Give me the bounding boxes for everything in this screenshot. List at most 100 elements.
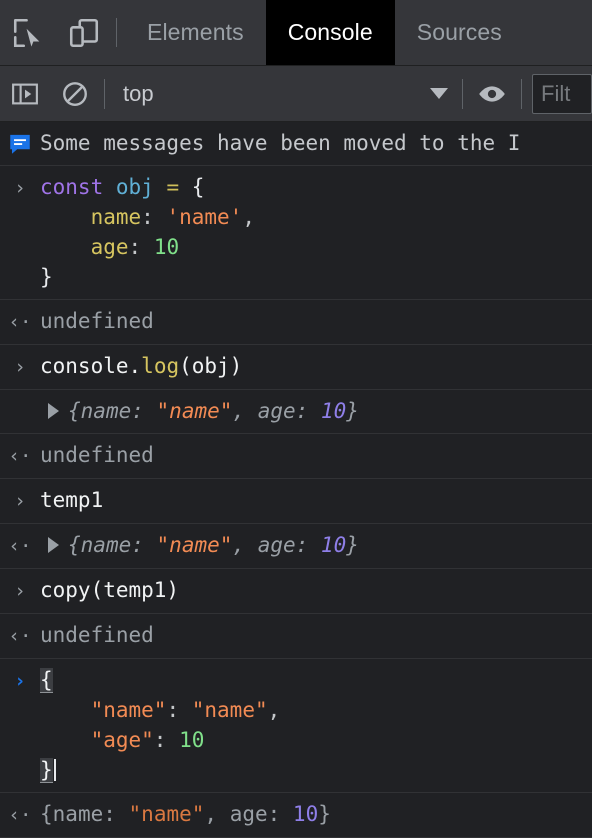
code-token: age <box>257 533 296 557</box>
console-line: {name: "name", age: 10} <box>40 396 588 426</box>
prompt-arrow-icon <box>0 396 40 397</box>
code-token: : <box>131 533 157 557</box>
console-line: "age": 10 <box>40 725 588 755</box>
console-row-content: const obj = { name: 'name', age: 10} <box>40 172 592 292</box>
code-token: , <box>232 533 258 557</box>
code-token: "name" <box>90 698 167 722</box>
tab-console[interactable]: Console <box>265 0 395 65</box>
row-eager-eval-preview[interactable]: ‹· {name: "name", age: 10} <box>0 793 592 838</box>
devtools-tabbar: Elements Console Sources <box>0 0 592 66</box>
code-token: = <box>166 175 180 199</box>
result-arrow-icon: ‹· <box>8 535 32 557</box>
code-token: temp1 <box>40 488 104 512</box>
console-row-content: temp1 <box>40 485 592 515</box>
code-token: , <box>242 205 255 229</box>
console-filter-input[interactable]: Filt <box>532 73 592 114</box>
result-arrow-icon: ‹· <box>8 804 32 826</box>
code-token: } <box>40 265 53 289</box>
console-info-banner[interactable]: Some messages have been moved to the I <box>0 122 592 166</box>
console-line: {name: "name", age: 10} <box>40 799 588 829</box>
row-result-temp1-object[interactable]: ‹· {name: "name", age: 10} <box>0 524 592 569</box>
console-info-banner-text: Some messages have been moved to the I <box>40 131 521 155</box>
code-token: obj <box>115 175 154 199</box>
row-result-undefined-1[interactable]: ‹· undefined <box>0 300 592 345</box>
tab-sources[interactable]: Sources <box>395 0 524 65</box>
row-result-undefined-3[interactable]: ‹· undefined <box>0 614 592 659</box>
console-row-content: undefined <box>40 620 592 650</box>
code-token: : <box>166 698 180 722</box>
disclosure-triangle-icon[interactable] <box>48 402 59 419</box>
console-line: age: 10 <box>40 232 588 262</box>
console-message-list: Some messages have been moved to the I ›… <box>0 122 592 838</box>
code-token: log <box>141 354 180 378</box>
console-row-content: undefined <box>40 440 592 470</box>
code-token: , <box>232 399 258 423</box>
code-token: { <box>40 668 53 693</box>
prompt-arrow-icon: › <box>14 670 26 692</box>
row-output-object-preview[interactable]: {name: "name", age: 10} <box>0 390 592 434</box>
console-rows-host: › const obj = { name: 'name', age: 10} ‹· u… <box>0 166 592 838</box>
result-arrow-icon: ‹· <box>8 445 32 467</box>
execution-context-label: top <box>123 80 154 106</box>
console-line: } <box>40 262 588 292</box>
code-token: "name" <box>156 399 233 423</box>
console-line: const obj = { <box>40 172 588 202</box>
console-row-content: copy(temp1) <box>40 575 592 605</box>
tab-sources-label: Sources <box>416 19 502 45</box>
tab-console-label: Console <box>287 19 373 45</box>
code-token: : <box>131 399 157 423</box>
row-input-temp1[interactable]: › temp1 <box>0 479 592 524</box>
code-token: { <box>68 533 81 557</box>
console-line: } <box>40 755 588 785</box>
eye-icon[interactable] <box>467 79 517 109</box>
console-line: temp1 <box>40 485 588 515</box>
console-sidebar-icon[interactable] <box>0 79 50 109</box>
code-token: age <box>257 399 296 423</box>
code-token: (obj) <box>179 354 243 378</box>
code-token: name <box>80 533 132 557</box>
row-input-const-obj[interactable]: › const obj = { name: 'name', age: 10} <box>0 166 592 300</box>
tab-elements[interactable]: Elements <box>125 0 266 65</box>
code-token: 10 <box>153 235 180 259</box>
console-row-content: {name: "name", age: 10} <box>40 799 592 829</box>
console-filter-placeholder: Filt <box>541 80 571 106</box>
execution-context-selector[interactable]: top <box>109 74 458 114</box>
clear-console-icon[interactable] <box>50 79 100 109</box>
console-row-content: { "name": "name", "age": 10} <box>40 665 592 785</box>
code-token: : <box>295 533 321 557</box>
code-token: undefined <box>40 623 154 647</box>
inspect-element-icon[interactable] <box>0 0 56 65</box>
result-arrow-icon: ‹· <box>8 311 32 333</box>
code-token: "age" <box>90 728 154 752</box>
code-token: : <box>128 235 142 259</box>
console-row-content: {name: "name", age: 10} <box>40 396 592 426</box>
toolbar-divider-3 <box>521 78 522 109</box>
console-row-content: undefined <box>40 306 592 336</box>
code-token: 10 <box>320 533 347 557</box>
code-token: : <box>153 728 167 752</box>
code-token: 10 <box>179 728 205 752</box>
console-line: {name: "name", age: 10} <box>40 530 588 560</box>
row-input-copy-temp1[interactable]: › copy(temp1) <box>0 569 592 614</box>
device-toolbar-icon[interactable] <box>56 0 112 65</box>
message-bubble-icon <box>0 129 40 157</box>
code-token: 10 <box>320 399 347 423</box>
console-line: console.log(obj) <box>40 351 588 381</box>
row-prompt-json-input[interactable]: › { "name": "name", "age": 10} <box>0 659 592 793</box>
toolbar-divider-1 <box>104 78 105 109</box>
row-result-undefined-2[interactable]: ‹· undefined <box>0 434 592 479</box>
row-input-console-log[interactable]: › console.log(obj) <box>0 345 592 390</box>
code-token: } <box>346 533 359 557</box>
prompt-arrow-icon: › <box>14 580 26 602</box>
code-token: copy(temp1) <box>40 578 180 602</box>
code-token: : <box>295 399 321 423</box>
disclosure-triangle-icon[interactable] <box>48 536 59 553</box>
console-row-content: {name: "name", age: 10} <box>40 530 592 560</box>
console-line: name: 'name', <box>40 202 588 232</box>
